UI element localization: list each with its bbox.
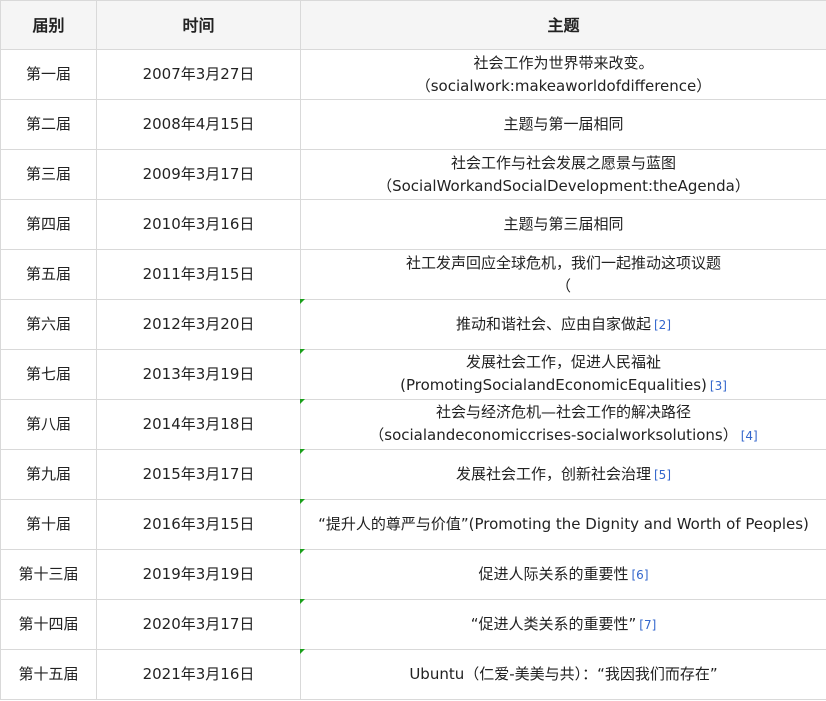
- table-row: 第二届 2008年4月15日 主题与第一届相同: [0, 99, 826, 150]
- session-cell: 第三届: [0, 149, 97, 200]
- topic-text: 社会工作为世界带来改变。: [473, 53, 654, 72]
- topic-cell: Ubuntu（仁爱-美美与共）：“我因我们而存在”: [300, 649, 826, 700]
- table-row: 第十三届 2019年3月19日 促进人际关系的重要性 [6]: [0, 549, 826, 600]
- reference-link[interactable]: [6]: [632, 568, 649, 582]
- date-cell: 2008年4月15日: [96, 99, 301, 150]
- reference-link[interactable]: [3]: [710, 379, 727, 393]
- topic-text: “提升人的尊严与价值”(Promoting the Dignity and Wo…: [318, 515, 809, 533]
- date-cell: 2012年3月20日: [96, 299, 301, 350]
- topic-cell: 发展社会工作，促进人民福祉 (PromotingSocialandEconomic…: [300, 349, 826, 400]
- topic-cell: “提升人的尊严与价值”(Promoting the Dignity and Wo…: [300, 499, 826, 550]
- session-cell: 第九届: [0, 449, 97, 500]
- session-cell: 第十五届: [0, 649, 97, 700]
- session-cell: 第十届: [0, 499, 97, 550]
- topic-text-en: (PromotingSocialandEconomicEqualities): [400, 376, 707, 394]
- topic-text: 发展社会工作，创新社会治理: [455, 464, 651, 483]
- reference-link[interactable]: [7]: [639, 618, 656, 632]
- topic-text-en: （socialandeconomiccrises-socialworksolut…: [369, 426, 738, 444]
- date-cell: 2021年3月16日: [96, 649, 301, 700]
- table-row: 第六届 2012年3月20日 推动和谐社会、应由自家做起 [2]: [0, 299, 826, 350]
- topic-cell: 社会工作为世界带来改变。 （socialwork:makeaworldofdiff…: [300, 49, 826, 100]
- topic-text: 社会工作与社会发展之愿景与蓝图: [450, 153, 676, 172]
- session-cell: 第四届: [0, 199, 97, 250]
- topic-text: 社会与经济危机—社会工作的解决路径: [435, 403, 691, 421]
- date-cell: 2007年3月27日: [96, 49, 301, 100]
- edit-marker-icon: [300, 449, 305, 454]
- topic-text-en: （SocialWorkandSocialDevelopment:theAgend…: [377, 176, 750, 195]
- date-cell: 2010年3月16日: [96, 199, 301, 250]
- topic-cell: 主题与第三届相同: [300, 199, 826, 250]
- topic-cell: 主题与第一届相同: [300, 99, 826, 150]
- topic-text: 发展社会工作，促进人民福祉: [465, 353, 661, 371]
- table-row: 第十五届 2021年3月16日 Ubuntu（仁爱-美美与共）：“我因我们而存在”: [0, 649, 826, 700]
- date-cell: 2014年3月18日: [96, 399, 301, 450]
- date-cell: 2020年3月17日: [96, 599, 301, 650]
- session-cell: 第一届: [0, 49, 97, 100]
- topic-text: 推动和谐社会、应由自家做起: [455, 314, 651, 333]
- table-body: 第一届 2007年3月27日 社会工作为世界带来改变。 （socialwork:mak…: [0, 49, 826, 700]
- edit-marker-icon: [300, 649, 305, 654]
- topic-text-en: （socialwork:makeaworldofdifference）: [415, 76, 712, 95]
- topic-cell: 促进人际关系的重要性 [6]: [300, 549, 826, 600]
- topic-cell: 社会与经济危机—社会工作的解决路径 （socialandeconomiccrise…: [300, 399, 826, 450]
- session-cell: 第十三届: [0, 549, 97, 600]
- session-cell: 第七届: [0, 349, 97, 400]
- topic-text: Ubuntu（仁爱-美美与共）：“我因我们而存在”: [409, 665, 718, 683]
- header-session: 届别: [0, 0, 97, 50]
- social-work-day-table: 届别 时间 主题 第一届 2007年3月27日 社会工作为世界带来改变。 （socia…: [0, 0, 826, 700]
- header-row: 届别 时间 主题: [0, 0, 826, 50]
- topic-cell: 发展社会工作，创新社会治理 [5]: [300, 449, 826, 500]
- table-row: 第三届 2009年3月17日 社会工作与社会发展之愿景与蓝图 （SocialWorka…: [0, 149, 826, 200]
- topic-text: 促进人际关系的重要性: [478, 564, 629, 583]
- table-row: 第八届 2014年3月18日 社会与经济危机—社会工作的解决路径 （socialand…: [0, 399, 826, 450]
- session-cell: 第五届: [0, 249, 97, 300]
- date-cell: 2015年3月17日: [96, 449, 301, 500]
- topic-text: 社工发声回应全球危机，我们一起推动这项议题: [405, 253, 721, 272]
- topic-text: 主题与第一届相同: [503, 115, 624, 133]
- date-cell: 2011年3月15日: [96, 249, 301, 300]
- header-date: 时间: [96, 0, 301, 50]
- edit-marker-icon: [300, 499, 305, 504]
- session-cell: 第二届: [0, 99, 97, 150]
- reference-link[interactable]: [2]: [654, 318, 671, 332]
- topic-text: “促进人类关系的重要性”: [470, 614, 637, 633]
- topic-text-en: （: [555, 276, 571, 295]
- session-cell: 第六届: [0, 299, 97, 350]
- session-cell: 第八届: [0, 399, 97, 450]
- date-cell: 2013年3月19日: [96, 349, 301, 400]
- table-row: 第十届 2016年3月15日 “提升人的尊严与价值”(Promoting the D…: [0, 499, 826, 550]
- edit-marker-icon: [300, 599, 305, 604]
- reference-link[interactable]: [5]: [654, 468, 671, 482]
- header-topic: 主题: [300, 0, 826, 50]
- edit-marker-icon: [300, 349, 305, 354]
- topic-cell: “促进人类关系的重要性” [7]: [300, 599, 826, 650]
- session-cell: 第十四届: [0, 599, 97, 650]
- edit-marker-icon: [300, 399, 305, 404]
- reference-link[interactable]: [4]: [741, 429, 758, 443]
- table-row: 第十四届 2020年3月17日 “促进人类关系的重要性” [7]: [0, 599, 826, 650]
- table-row: 第一届 2007年3月27日 社会工作为世界带来改变。 （socialwork:mak…: [0, 49, 826, 100]
- topic-cell: 社工发声回应全球危机，我们一起推动这项议题 （: [300, 249, 826, 300]
- edit-marker-icon: [300, 549, 305, 554]
- edit-marker-icon: [300, 299, 305, 304]
- table-row: 第四届 2010年3月16日 主题与第三届相同: [0, 199, 826, 250]
- date-cell: 2009年3月17日: [96, 149, 301, 200]
- table-header: 届别 时间 主题: [0, 0, 826, 50]
- date-cell: 2019年3月19日: [96, 549, 301, 600]
- table-row: 第五届 2011年3月15日 社工发声回应全球危机，我们一起推动这项议题 （: [0, 249, 826, 300]
- topic-cell: 推动和谐社会、应由自家做起 [2]: [300, 299, 826, 350]
- table-row: 第九届 2015年3月17日 发展社会工作，创新社会治理 [5]: [0, 449, 826, 500]
- topic-cell: 社会工作与社会发展之愿景与蓝图 （SocialWorkandSocialDevel…: [300, 149, 826, 200]
- topic-text: 主题与第三届相同: [503, 215, 624, 233]
- table-row: 第七届 2013年3月19日 发展社会工作，促进人民福祉 (PromotingSoci…: [0, 349, 826, 400]
- date-cell: 2016年3月15日: [96, 499, 301, 550]
